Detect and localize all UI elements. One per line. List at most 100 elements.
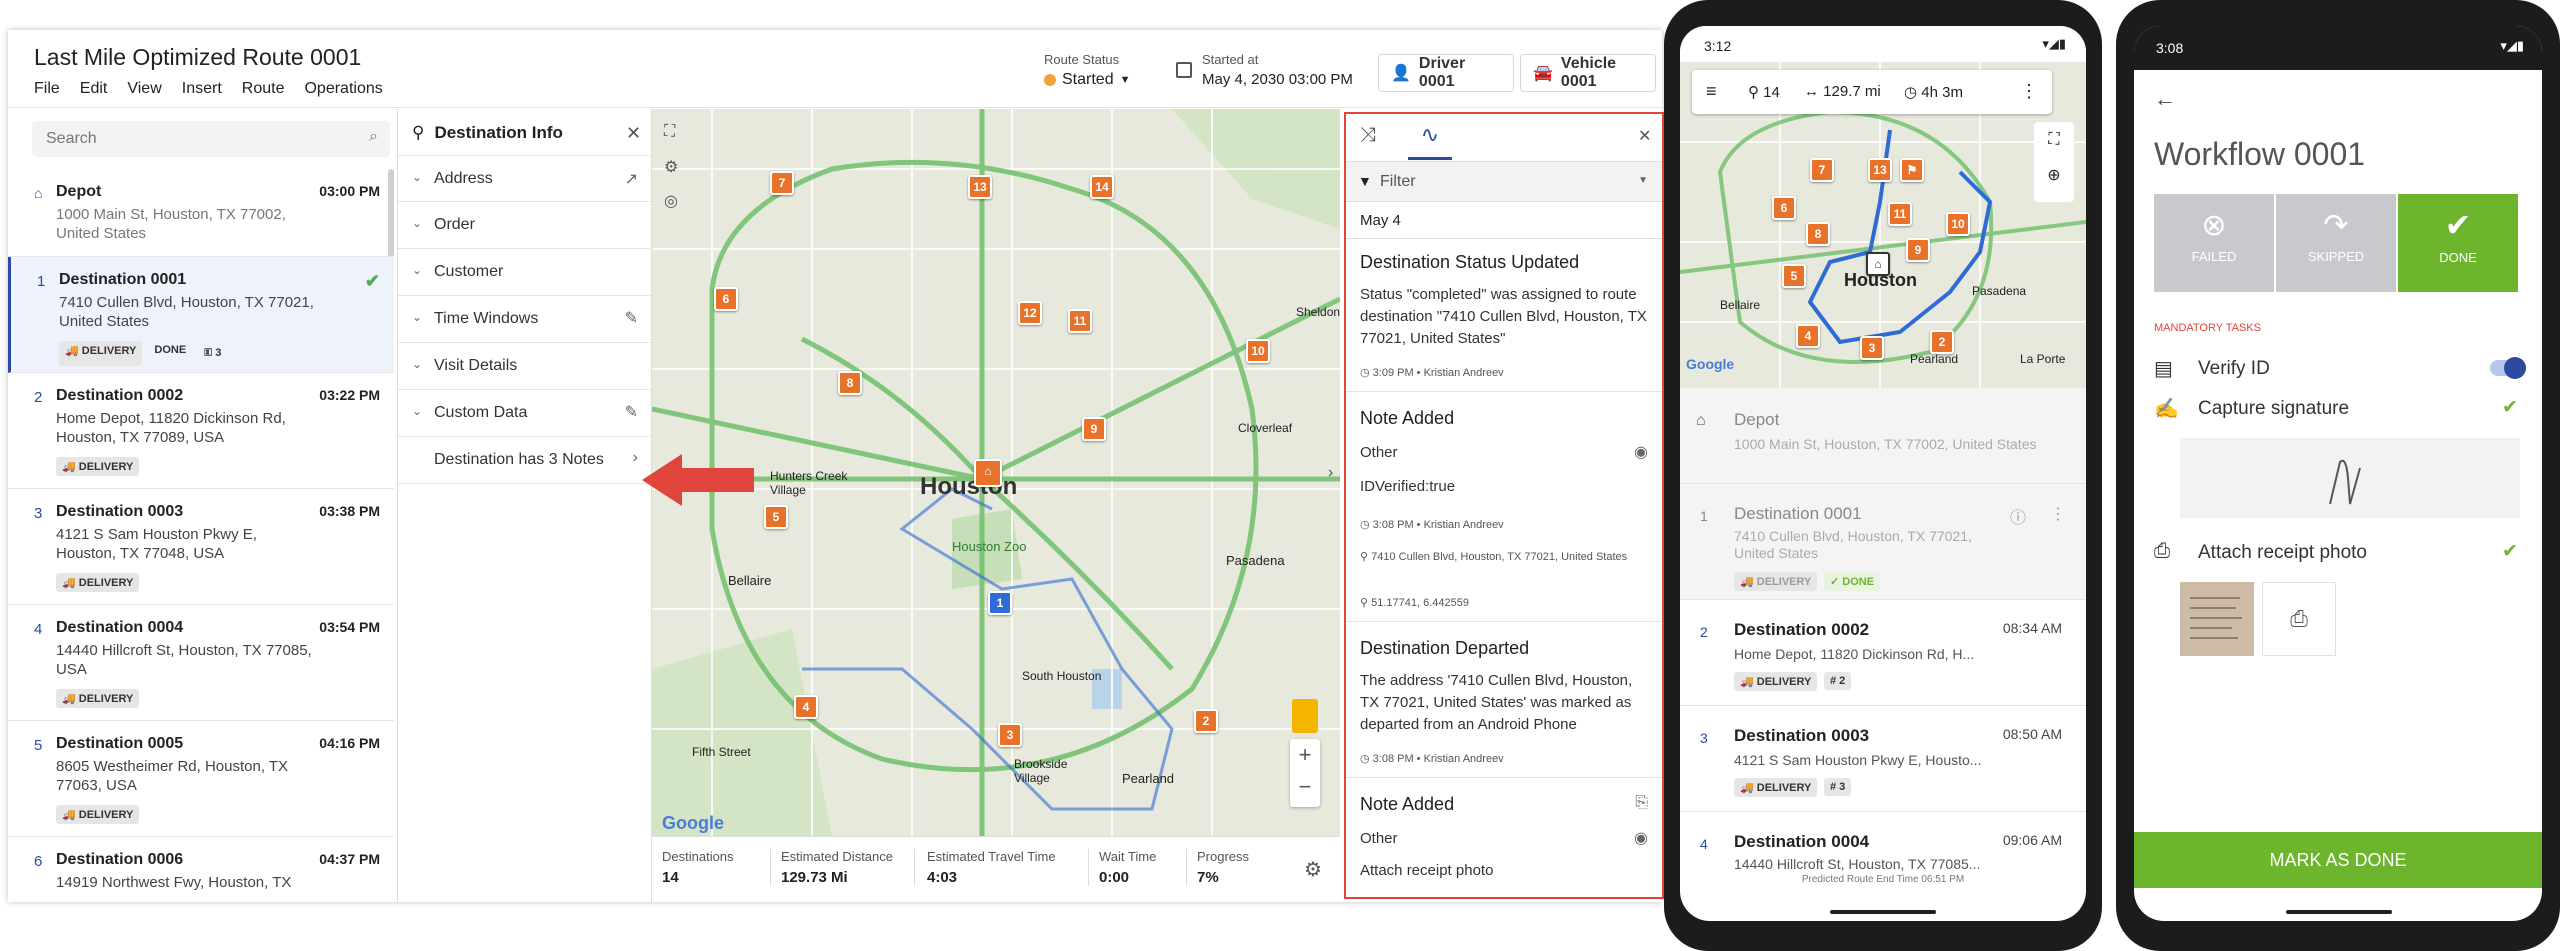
map-marker[interactable]: 6: [714, 287, 738, 311]
search-input[interactable]: Search ⌕: [32, 121, 390, 157]
list-item[interactable]: 2 Destination 0002 03:22 PM Home Depot, …: [8, 373, 394, 489]
mark-as-done-button[interactable]: MARK AS DONE: [2134, 832, 2542, 888]
list-item[interactable]: 4 Destination 0004 03:54 PM 14440 Hillcr…: [8, 605, 394, 721]
close-icon[interactable]: ✕: [1638, 126, 1651, 146]
feed-event[interactable]: Destination Departed The address '7410 C…: [1346, 622, 1662, 778]
map-marker[interactable]: 4: [794, 695, 818, 719]
info-icon[interactable]: ⓘ: [2010, 504, 2026, 528]
receipt-photo-thumbnail[interactable]: [2180, 582, 2254, 656]
radar-icon[interactable]: ◎: [664, 191, 678, 211]
section-custom-data[interactable]: ⌄ Custom Data ✎: [398, 390, 652, 437]
map-marker[interactable]: 10: [1946, 212, 1970, 236]
failed-button[interactable]: ⊗ FAILED: [2154, 194, 2274, 292]
map-marker[interactable]: 13: [1868, 158, 1892, 182]
menu-view[interactable]: View: [127, 80, 161, 98]
section-order[interactable]: ⌄ Order: [398, 202, 652, 249]
route-status[interactable]: Route Status Started ▼: [1044, 52, 1130, 89]
edit-icon[interactable]: ✎: [625, 308, 638, 328]
map-marker[interactable]: 9: [1082, 417, 1106, 441]
map-marker[interactable]: 12: [1018, 301, 1042, 325]
zoom-out-icon[interactable]: −: [1290, 771, 1320, 803]
more-vertical-icon[interactable]: ⋮: [2050, 504, 2066, 524]
task-attach-receipt[interactable]: ⎙ Attach receipt photo ✔: [2154, 540, 2542, 563]
close-icon[interactable]: ✕: [626, 123, 641, 144]
more-vertical-icon[interactable]: ⋮: [2020, 81, 2038, 102]
zoom-controls[interactable]: + −: [1290, 739, 1320, 807]
route-icon[interactable]: ⤨: [1360, 124, 1376, 147]
menu-edit[interactable]: Edit: [80, 80, 108, 98]
map-marker[interactable]: 5: [1782, 264, 1806, 288]
map-marker[interactable]: 11: [1068, 309, 1092, 333]
section-time-windows[interactable]: ⌄ Time Windows ✎: [398, 296, 652, 343]
locate-icon[interactable]: ⊕: [2034, 158, 2074, 194]
notes-link[interactable]: Destination has 3 Notes ›: [398, 437, 652, 484]
phone-map[interactable]: Houston Bellaire Pasadena La Porte Pearl…: [1680, 62, 2086, 388]
task-capture-signature[interactable]: ✍ Capture signature ✔: [2154, 396, 2542, 421]
feed-event[interactable]: Note Added ⎘ Other ◉ Attach receipt phot…: [1346, 778, 1662, 897]
done-button[interactable]: ✔ DONE: [2398, 194, 2518, 292]
list-item[interactable]: 4 Destination 0004 09:06 AM 14440 Hillcr…: [1680, 812, 2086, 872]
list-item[interactable]: 1 Destination 0001 ✔ 7410 Cullen Blvd, H…: [8, 257, 394, 373]
list-item[interactable]: 3 Destination 0003 08:50 AM 4121 S Sam H…: [1680, 706, 2086, 812]
edit-icon[interactable]: ✎: [625, 402, 638, 422]
map-marker[interactable]: 11: [1888, 202, 1912, 226]
chevron-right-icon[interactable]: ›: [1328, 464, 1333, 482]
signature-preview[interactable]: [2180, 438, 2520, 518]
map-marker[interactable]: 2: [1194, 709, 1218, 733]
map-marker[interactable]: 9: [1906, 238, 1930, 262]
add-photo-button[interactable]: ⎙: [2262, 582, 2336, 656]
list-item[interactable]: 5 Destination 0005 04:16 PM 8605 Westhei…: [8, 721, 394, 837]
fullscreen-icon[interactable]: ⛶: [2034, 122, 2074, 158]
route-map[interactable]: Houston Houston Zoo Sheldon Cloverleaf H…: [652, 109, 1340, 836]
menu-insert[interactable]: Insert: [182, 80, 222, 98]
depot-home-icon[interactable]: ⌂: [974, 459, 1002, 487]
feed-event[interactable]: Note Added Other ◉ IDVerified:true ◷ 3:0…: [1346, 392, 1662, 622]
map-marker[interactable]: 7: [770, 171, 794, 195]
list-item[interactable]: 1 Destination 0001 ⓘ ⋮ 7410 Cullen Blvd,…: [1680, 484, 2086, 600]
fullscreen-icon[interactable]: ⛶: [664, 123, 675, 141]
back-arrow-icon[interactable]: ←: [2154, 86, 2176, 112]
verify-id-toggle[interactable]: [2490, 357, 2526, 379]
list-item-depot[interactable]: ⌂ Depot 1000 Main St, Houston, TX 77002,…: [1680, 388, 2086, 484]
section-address[interactable]: ⌄ Address ↗: [398, 155, 652, 202]
paperclip-icon[interactable]: ⎘: [1635, 794, 1648, 812]
list-item-depot[interactable]: ⌂ Depot 03:00 PM 1000 Main St, Houston, …: [8, 169, 394, 257]
map-marker[interactable]: 2: [1930, 330, 1954, 354]
map-marker[interactable]: 8: [838, 371, 862, 395]
list-item[interactable]: 3 Destination 0003 03:38 PM 4121 S Sam H…: [8, 489, 394, 605]
map-marker[interactable]: 7: [1810, 158, 1834, 182]
section-customer[interactable]: ⌄ Customer: [398, 249, 652, 296]
street-view-icon[interactable]: [1292, 699, 1318, 733]
menu-file[interactable]: File: [34, 80, 60, 98]
gear-icon[interactable]: ⚙: [664, 157, 678, 177]
map-marker-current[interactable]: 1: [988, 591, 1012, 615]
map-marker[interactable]: 4: [1796, 324, 1820, 348]
eye-icon[interactable]: ◉: [1634, 828, 1648, 848]
list-item[interactable]: 2 Destination 0002 08:34 AM Home Depot, …: [1680, 600, 2086, 706]
hamburger-menu-icon[interactable]: ≡: [1706, 81, 1717, 102]
map-marker[interactable]: 13: [968, 175, 992, 199]
map-marker[interactable]: 3: [1860, 336, 1884, 360]
flag-icon[interactable]: ⚑: [1900, 158, 1924, 182]
external-link-icon[interactable]: ↗: [625, 169, 638, 189]
gear-icon[interactable]: ⚙: [1304, 857, 1322, 882]
section-visit-details[interactable]: ⌄ Visit Details: [398, 343, 652, 390]
activity-icon[interactable]: ∿: [1408, 122, 1452, 160]
map-marker[interactable]: 6: [1772, 196, 1796, 220]
menu-route[interactable]: Route: [242, 80, 285, 98]
feed-event[interactable]: Destination Status Updated Status "compl…: [1346, 238, 1662, 392]
depot-home-icon[interactable]: ⌂: [1866, 252, 1890, 276]
menu-operations[interactable]: Operations: [304, 80, 382, 98]
list-item[interactable]: 6 Destination 0006 04:37 PM 14919 Northw…: [8, 837, 394, 902]
filter-dropdown[interactable]: ▼ Filter ▼: [1346, 162, 1662, 202]
eye-icon[interactable]: ◉: [1634, 442, 1648, 462]
task-verify-id[interactable]: ▤ Verify ID: [2154, 356, 2542, 381]
map-marker[interactable]: 14: [1090, 175, 1114, 199]
map-marker[interactable]: 3: [998, 723, 1022, 747]
map-marker[interactable]: 5: [764, 505, 788, 529]
vehicle-button[interactable]: 🚘 Vehicle 0001: [1520, 54, 1656, 92]
map-marker[interactable]: 10: [1246, 339, 1270, 363]
zoom-in-icon[interactable]: +: [1290, 739, 1320, 771]
map-marker[interactable]: 8: [1806, 222, 1830, 246]
skipped-button[interactable]: ↷ SKIPPED: [2276, 194, 2396, 292]
